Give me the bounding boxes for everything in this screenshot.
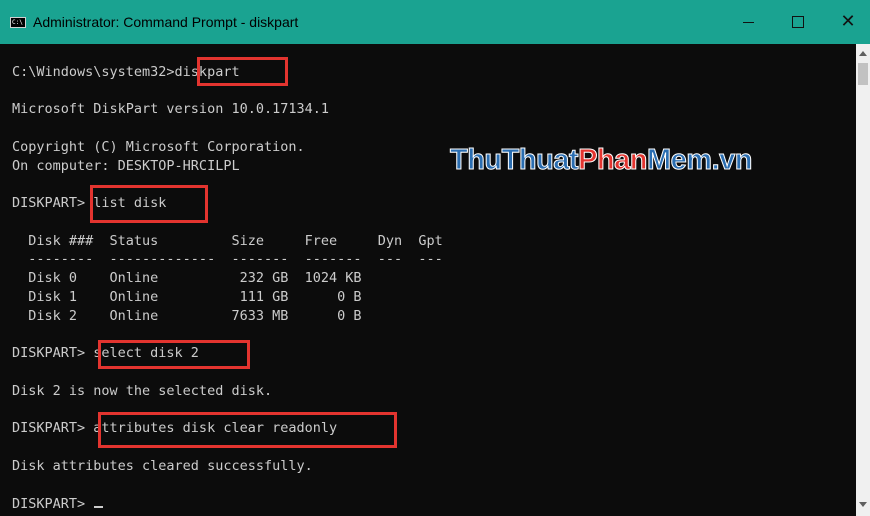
cmd-app-icon: C:\ xyxy=(10,17,26,28)
watermark-logo: ThuThuatPhanMem.vn xyxy=(450,143,753,177)
console-line: Microsoft DiskPart version 10.0.17134.1 xyxy=(12,101,329,117)
watermark-part: Thuat xyxy=(501,144,579,177)
maximize-button[interactable] xyxy=(776,0,820,44)
scroll-up-arrow-icon[interactable] xyxy=(859,51,867,56)
watermark-part: vn xyxy=(719,144,753,177)
watermark-part: Mem xyxy=(647,144,713,177)
console-prompt-line: DISKPART> xyxy=(12,495,104,513)
watermark-part: Phan xyxy=(578,144,648,177)
scrollbar-thumb[interactable] xyxy=(858,63,868,85)
watermark-part: Thu xyxy=(450,144,503,177)
console-line: Disk 2 Online 7633 MB 0 B xyxy=(12,308,362,324)
console-line: -------- ------------- ------- ------- -… xyxy=(12,251,443,267)
close-button[interactable]: ✕ xyxy=(826,0,870,44)
minimize-icon xyxy=(742,21,754,23)
title-bar[interactable]: C:\ Administrator: Command Prompt - disk… xyxy=(0,0,870,44)
console-output[interactable]: C:\Windows\system32>diskpart Microsoft D… xyxy=(0,44,856,516)
highlight-box-select-disk xyxy=(98,340,250,369)
console-line: Copyright (C) Microsoft Corporation. xyxy=(12,139,305,155)
watermark-part: . xyxy=(711,144,720,177)
console-line: Disk attributes cleared successfully. xyxy=(12,458,313,474)
scroll-down-arrow-icon[interactable] xyxy=(859,502,867,507)
highlight-box-diskpart xyxy=(197,57,288,86)
vertical-scrollbar[interactable] xyxy=(856,44,870,516)
maximize-icon xyxy=(792,16,804,28)
minimize-button[interactable] xyxy=(726,0,770,44)
console-line: Disk 1 Online 111 GB 0 B xyxy=(12,289,362,305)
text-cursor xyxy=(94,506,104,508)
window-title: Administrator: Command Prompt - diskpart xyxy=(33,14,299,30)
highlight-box-attributes xyxy=(98,412,397,448)
console-line: Disk 0 Online 232 GB 1024 KB xyxy=(12,270,362,286)
close-icon: ✕ xyxy=(840,11,856,32)
console-line: On computer: DESKTOP-HRCILPL xyxy=(12,158,240,174)
prompt-text: DISKPART> xyxy=(12,496,94,512)
highlight-box-list-disk xyxy=(90,185,208,223)
console-line: Disk 2 is now the selected disk. xyxy=(12,383,273,399)
console-line: Disk ### Status Size Free Dyn Gpt xyxy=(12,233,443,249)
